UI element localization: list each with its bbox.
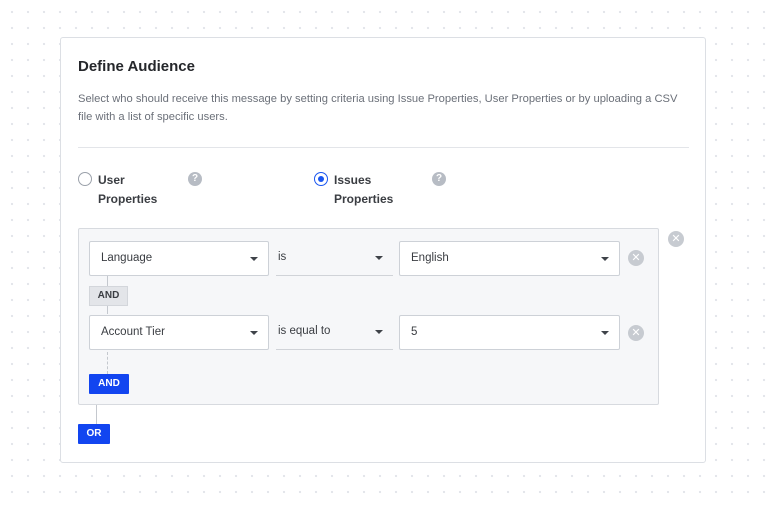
chevron-down-icon (375, 256, 383, 260)
operator-select[interactable]: is equal to (276, 315, 393, 350)
operator-select-value: is (278, 251, 287, 263)
connector-line (107, 306, 108, 314)
card-title: Define Audience (78, 58, 195, 75)
chevron-down-icon (601, 257, 609, 261)
property-select[interactable]: Account Tier (89, 315, 269, 350)
remove-rule-icon[interactable]: ✕ (628, 325, 644, 341)
add-and-button[interactable]: AND (89, 374, 129, 394)
question-icon[interactable]: ? (432, 172, 446, 186)
and-connector-badge: AND (89, 286, 128, 306)
remove-group-icon[interactable]: ✕ (668, 231, 684, 247)
question-icon[interactable]: ? (188, 172, 202, 186)
chevron-down-icon (250, 331, 258, 335)
property-select[interactable]: Language (89, 241, 269, 276)
value-select-value: English (411, 252, 449, 264)
connector-line (107, 352, 108, 374)
define-audience-card: Define Audience Select who should receiv… (60, 37, 706, 463)
radio-label: User Properties (98, 173, 158, 206)
radio-button[interactable] (78, 172, 92, 186)
value-select[interactable]: English (399, 241, 620, 276)
radio-issues-properties[interactable]: Issues Properties (314, 171, 404, 209)
radio-user-properties[interactable]: User Properties (78, 171, 168, 209)
radio-button-selected[interactable] (314, 172, 328, 186)
property-select-value: Account Tier (101, 326, 165, 338)
card-description: Select who should receive this message b… (78, 93, 678, 123)
value-select[interactable]: 5 (399, 315, 620, 350)
chevron-down-icon (250, 257, 258, 261)
add-or-button[interactable]: OR (78, 424, 110, 444)
property-select-value: Language (101, 252, 153, 264)
operator-select[interactable]: is (276, 241, 393, 276)
operator-select-value: is equal to (278, 325, 331, 337)
connector-line (96, 405, 97, 424)
remove-rule-icon[interactable]: ✕ (628, 250, 644, 266)
chevron-down-icon (375, 330, 383, 334)
radio-label: Issues Properties (334, 173, 394, 206)
divider (78, 147, 689, 148)
chevron-down-icon (601, 331, 609, 335)
value-select-value: 5 (411, 326, 418, 338)
